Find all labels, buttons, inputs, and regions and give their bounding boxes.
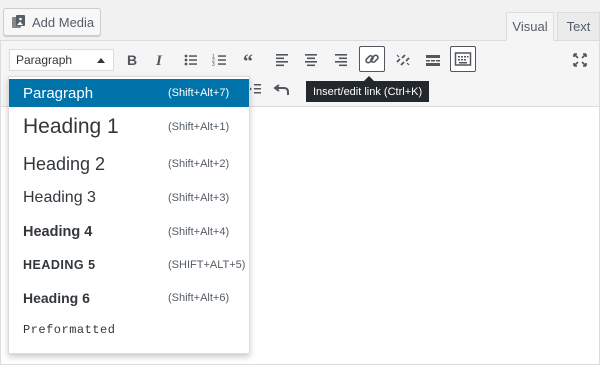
menu-item-heading-3[interactable]: Heading 3 (Shift+Alt+3)	[9, 181, 249, 215]
toolbar-toggle-icon	[454, 52, 472, 66]
menu-item-shortcut: (Shift+Alt+3)	[168, 192, 230, 204]
add-media-icon	[11, 14, 27, 30]
undo-button[interactable]	[269, 76, 295, 102]
menu-item-heading-1[interactable]: Heading 1 (Shift+Alt+1)	[9, 107, 249, 147]
menu-item-label: Preformatted	[23, 323, 116, 337]
menu-item-shortcut: (Shift+Alt+2)	[168, 158, 230, 170]
dropdown-arrow-icon	[97, 58, 105, 63]
menu-item-shortcut: (Shift+Alt+6)	[168, 292, 230, 304]
insert-link-tooltip: Insert/edit link (Ctrl+K)	[306, 76, 430, 102]
menu-item-heading-4[interactable]: Heading 4 (Shift+Alt+4)	[9, 215, 249, 249]
menu-item-label: Paragraph	[23, 84, 94, 102]
menu-item-shortcut: (Shift+Alt+7)	[168, 87, 230, 99]
unlink-button[interactable]	[390, 47, 416, 73]
menu-item-label: Heading 4	[23, 224, 93, 240]
italic-button[interactable]: I	[147, 47, 173, 73]
menu-item-heading-2[interactable]: Heading 2 (Shift+Alt+2)	[9, 147, 249, 181]
align-left-icon	[276, 54, 288, 67]
menu-item-heading-5[interactable]: Heading 5 (Shift+Alt+5)	[9, 249, 249, 281]
bulleted-list-icon	[184, 54, 197, 66]
numbered-list-icon: 123	[212, 54, 226, 68]
menu-item-label: Heading 1	[23, 115, 119, 138]
read-more-icon	[426, 55, 440, 66]
bold-button[interactable]: B	[119, 47, 145, 73]
toolbar-toggle-button[interactable]	[450, 46, 476, 72]
read-more-button[interactable]	[420, 47, 446, 73]
menu-item-shortcut: (Shift+Alt+1)	[168, 121, 230, 133]
svg-text:B: B	[127, 52, 137, 68]
tab-text[interactable]: Text	[557, 12, 600, 41]
menu-item-heading-6[interactable]: Heading 6 (Shift+Alt+6)	[9, 281, 249, 315]
blockquote-icon: “	[243, 51, 253, 69]
align-right-button[interactable]	[328, 47, 354, 73]
italic-icon: I	[155, 53, 163, 69]
undo-icon	[273, 84, 289, 95]
menu-item-paragraph[interactable]: Paragraph (Shift+Alt+7)	[9, 79, 249, 107]
bulleted-list-button[interactable]	[178, 47, 204, 73]
format-select-value: Paragraph	[16, 53, 73, 67]
menu-item-preformatted[interactable]: Preformatted	[9, 315, 249, 345]
add-media-button[interactable]: Add Media	[3, 8, 101, 36]
insert-link-button[interactable]	[359, 46, 385, 72]
svg-text:“: “	[243, 51, 253, 69]
svg-text:I: I	[155, 53, 163, 69]
unlink-icon	[396, 54, 410, 66]
menu-item-shortcut: (Shift+Alt+4)	[168, 226, 230, 238]
align-left-button[interactable]	[269, 47, 295, 73]
align-center-icon	[305, 54, 317, 67]
fullscreen-icon	[573, 53, 587, 67]
menu-item-label: Heading 2	[23, 153, 106, 174]
bold-icon: B	[127, 52, 137, 68]
insert-link-icon	[365, 54, 379, 64]
menu-item-label: Heading 3	[23, 189, 96, 206]
add-media-label: Add Media	[32, 14, 95, 30]
numbered-list-button[interactable]: 123	[207, 47, 233, 73]
menu-item-shortcut: (Shift+Alt+5)	[168, 259, 246, 271]
format-dropdown-menu: Paragraph (Shift+Alt+7) Heading 1 (Shift…	[8, 76, 250, 354]
menu-item-label: Heading 5	[23, 258, 96, 272]
blockquote-button[interactable]: “	[238, 47, 264, 73]
format-select[interactable]: Paragraph	[9, 49, 114, 71]
fullscreen-button[interactable]	[567, 47, 593, 73]
menu-item-label: Heading 6	[23, 290, 90, 306]
align-center-button[interactable]	[298, 47, 324, 73]
svg-text:3: 3	[212, 62, 215, 68]
align-right-icon	[335, 54, 347, 67]
tab-visual[interactable]: Visual	[506, 12, 554, 41]
